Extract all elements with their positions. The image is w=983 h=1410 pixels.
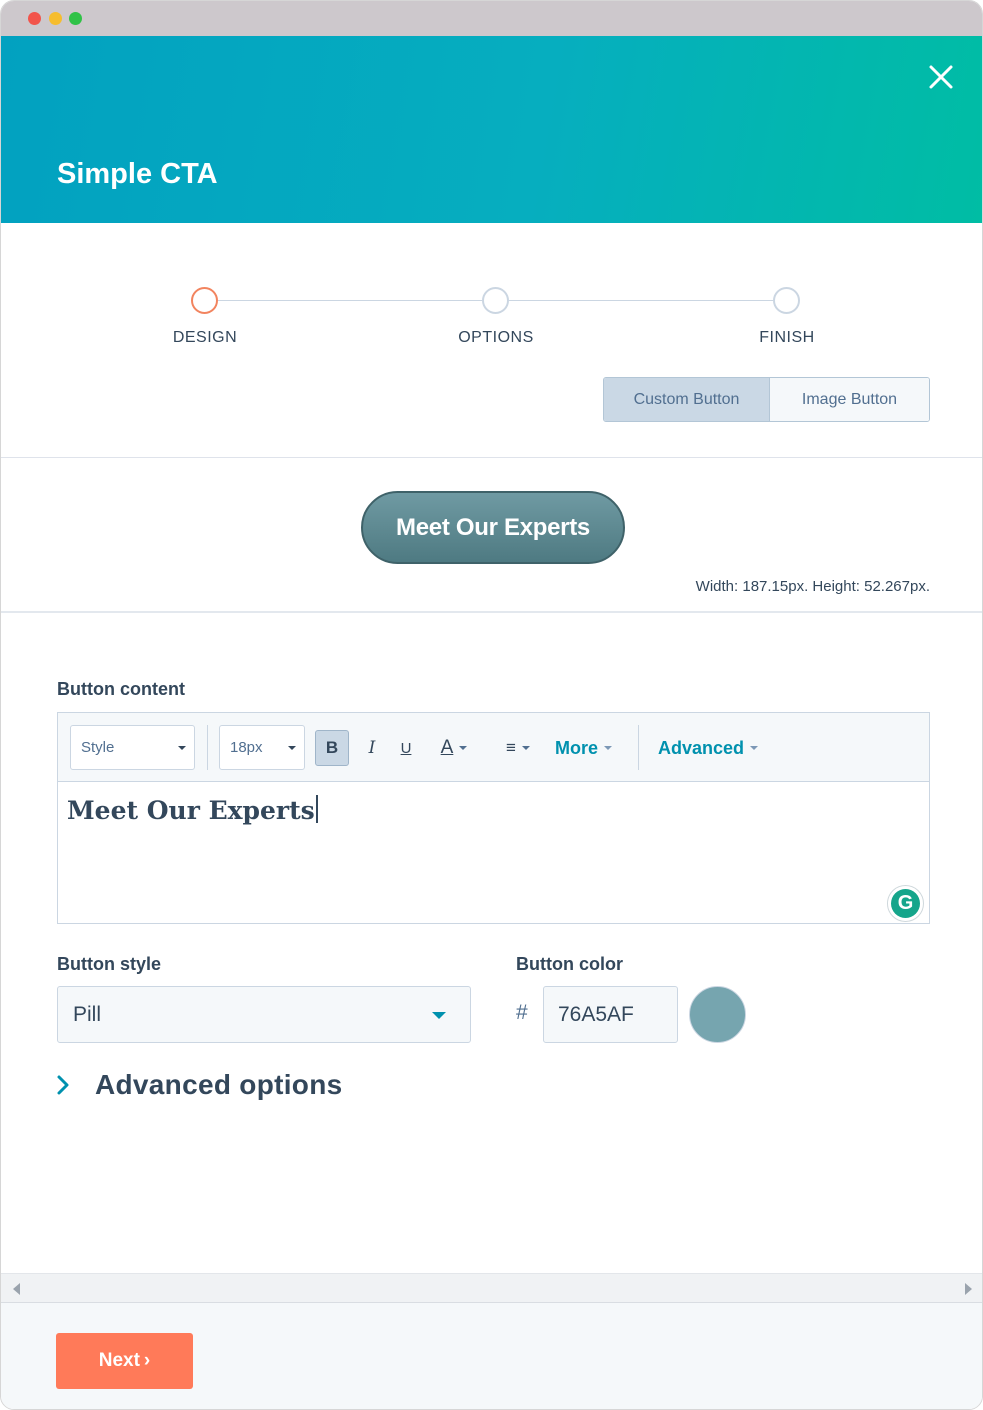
button-color-input[interactable]: 76A5AF xyxy=(543,986,678,1043)
step-design-indicator[interactable] xyxy=(191,287,218,314)
grammarly-button[interactable]: G xyxy=(887,885,924,922)
close-dialog-button[interactable] xyxy=(926,62,956,92)
advanced-menu-button[interactable]: Advanced xyxy=(658,730,759,766)
step-connector xyxy=(509,300,773,301)
toolbar-divider xyxy=(207,725,208,770)
button-color-value: 76A5AF xyxy=(558,1002,634,1026)
text-cursor xyxy=(315,795,318,823)
step-finish-label: FINISH xyxy=(759,329,815,346)
bold-button[interactable]: B xyxy=(315,730,349,766)
italic-button[interactable]: I xyxy=(360,730,384,766)
step-connector xyxy=(218,300,482,301)
grammarly-icon: G xyxy=(891,889,920,918)
editor-toolbar: Style 18px B I U A ≡ More Advanced xyxy=(58,713,929,782)
step-design-label: DESIGN xyxy=(172,329,238,346)
chevron-down-icon xyxy=(750,746,759,750)
underline-button[interactable]: U xyxy=(394,730,418,766)
button-style-label: Button style xyxy=(57,954,162,974)
next-button[interactable]: Next › xyxy=(56,1333,193,1389)
more-label: More xyxy=(555,737,599,758)
close-icon xyxy=(929,65,953,89)
dialog-footer: Next › xyxy=(1,1303,982,1409)
chevron-right-icon: › xyxy=(143,1350,151,1371)
dialog-header: Simple CTA xyxy=(1,36,982,223)
font-color-button[interactable]: A xyxy=(430,730,478,766)
step-options-label: OPTIONS xyxy=(458,329,534,346)
horizontal-scrollbar[interactable] xyxy=(1,1273,982,1303)
button-style-select[interactable]: Pill xyxy=(57,986,471,1043)
align-button[interactable]: ≡ xyxy=(496,730,540,766)
maximize-window-dot[interactable] xyxy=(69,12,82,25)
scroll-left-icon[interactable] xyxy=(13,1283,20,1295)
style-dropdown-value: Style xyxy=(81,739,115,756)
button-style-value: Pill xyxy=(73,1002,102,1026)
chevron-down-icon xyxy=(604,746,613,750)
advanced-label: Advanced xyxy=(658,737,745,758)
cta-preview-area: Meet Our Experts Width: 187.15px. Height… xyxy=(1,458,982,613)
button-type-toggle: Custom Button Image Button xyxy=(603,377,930,422)
chevron-down-icon xyxy=(178,746,186,750)
custom-button-tab[interactable]: Custom Button xyxy=(604,378,770,421)
text-color-icon: A xyxy=(440,737,454,758)
wizard-steps: DESIGN OPTIONS FINISH Custom Button Imag… xyxy=(1,223,982,458)
editor-text: Meet Our Experts xyxy=(67,796,315,825)
cta-dimensions: Width: 187.15px. Height: 52.267px. xyxy=(695,578,930,595)
advanced-options-toggle[interactable]: Advanced options xyxy=(55,1065,343,1105)
design-form: Button content Style 18px B I U A ≡ More… xyxy=(1,613,982,1273)
scroll-right-icon[interactable] xyxy=(965,1283,972,1295)
image-button-tab[interactable]: Image Button xyxy=(769,378,929,421)
step-options-indicator[interactable] xyxy=(482,287,509,314)
color-swatch[interactable] xyxy=(689,986,746,1043)
more-menu-button[interactable]: More xyxy=(555,730,613,766)
chevron-down-icon xyxy=(288,746,296,750)
advanced-options-label: Advanced options xyxy=(95,1069,343,1100)
toolbar-divider xyxy=(638,725,639,770)
next-label: Next xyxy=(98,1350,140,1371)
button-color-label: Button color xyxy=(516,954,623,974)
minimize-window-dot[interactable] xyxy=(49,12,62,25)
hex-prefix: # xyxy=(516,1001,528,1024)
step-finish-indicator[interactable] xyxy=(773,287,800,314)
dialog-window: Simple CTA DESIGN OPTIONS FINISH Custom … xyxy=(0,0,983,1410)
dialog-title: Simple CTA xyxy=(57,158,218,190)
chevron-down-icon xyxy=(521,746,530,750)
chevron-right-icon xyxy=(57,1075,69,1095)
cta-preview-button[interactable]: Meet Our Experts xyxy=(361,491,625,564)
button-content-label: Button content xyxy=(57,679,185,699)
close-window-dot[interactable] xyxy=(28,12,41,25)
rich-text-editor: Style 18px B I U A ≡ More Advanced Meet … xyxy=(57,712,930,924)
window-titlebar xyxy=(1,1,982,36)
editor-content[interactable]: Meet Our Experts xyxy=(67,795,318,825)
font-size-dropdown[interactable]: 18px xyxy=(219,725,305,770)
font-size-value: 18px xyxy=(230,739,263,756)
align-left-icon: ≡ xyxy=(506,738,516,757)
style-dropdown[interactable]: Style xyxy=(70,725,195,770)
chevron-down-icon xyxy=(459,746,468,750)
chevron-down-icon xyxy=(432,1012,446,1019)
